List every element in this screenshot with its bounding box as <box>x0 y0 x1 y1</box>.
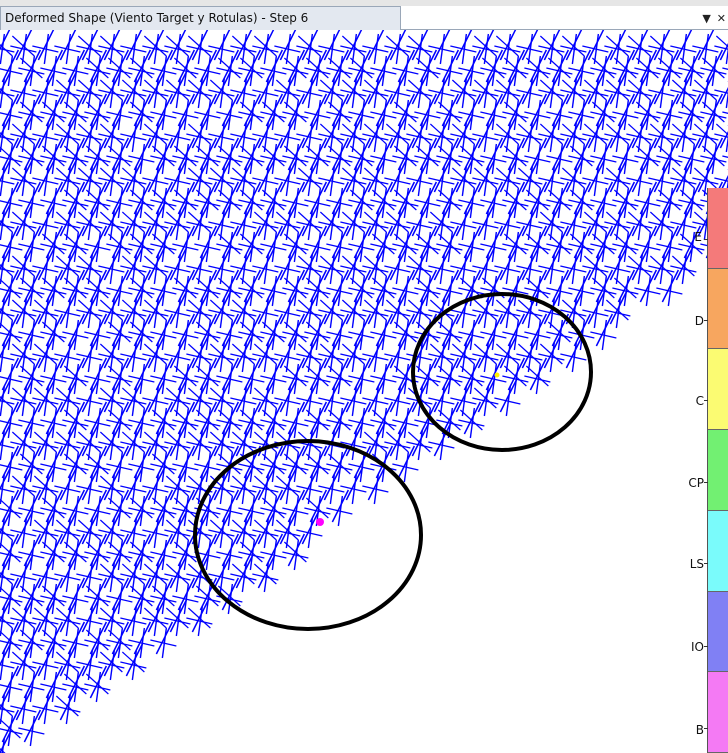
legend-segment <box>708 349 728 431</box>
legend-segment <box>708 430 728 511</box>
tab-controls: ▼ ✕ <box>702 8 726 28</box>
window-tab[interactable]: Deformed Shape (Viento Target y Rotulas)… <box>0 6 401 30</box>
close-icon[interactable]: ✕ <box>717 12 726 25</box>
highlight-circle <box>411 292 593 452</box>
legend-tick <box>704 320 708 321</box>
plastic-hinge-marker <box>316 518 324 526</box>
mesh-member <box>715 123 728 136</box>
tab-bar <box>401 6 728 30</box>
legend-segment <box>708 268 728 350</box>
legend-segment <box>708 188 728 269</box>
model-viewport[interactable]: E D C CP LS IO B <box>0 30 728 753</box>
legend-segment <box>708 510 728 592</box>
legend-tick <box>704 728 708 729</box>
legend-tick <box>704 239 708 240</box>
legend-label-b: B <box>695 723 704 737</box>
mesh-member <box>715 35 728 48</box>
legend-label-ls: LS <box>689 557 704 571</box>
legend-segment <box>708 672 728 753</box>
window-title: Deformed Shape (Viento Target y Rotulas)… <box>5 11 309 25</box>
legend-label-d: D <box>694 314 704 328</box>
legend-label-cp: CP <box>688 476 704 490</box>
chevron-down-icon[interactable]: ▼ <box>702 12 710 25</box>
deformed-shape-mesh <box>0 30 728 753</box>
legend-tick <box>704 482 708 483</box>
legend-tick <box>704 646 708 647</box>
hinge-legend <box>707 188 728 753</box>
legend-label-io: IO <box>691 640 704 654</box>
legend-tick <box>704 563 708 564</box>
legend-label-e: E <box>694 230 702 244</box>
legend-tick <box>704 400 708 401</box>
plastic-hinge-marker <box>494 372 500 378</box>
legend-segment <box>708 591 728 673</box>
legend-label-c: C <box>695 394 704 408</box>
